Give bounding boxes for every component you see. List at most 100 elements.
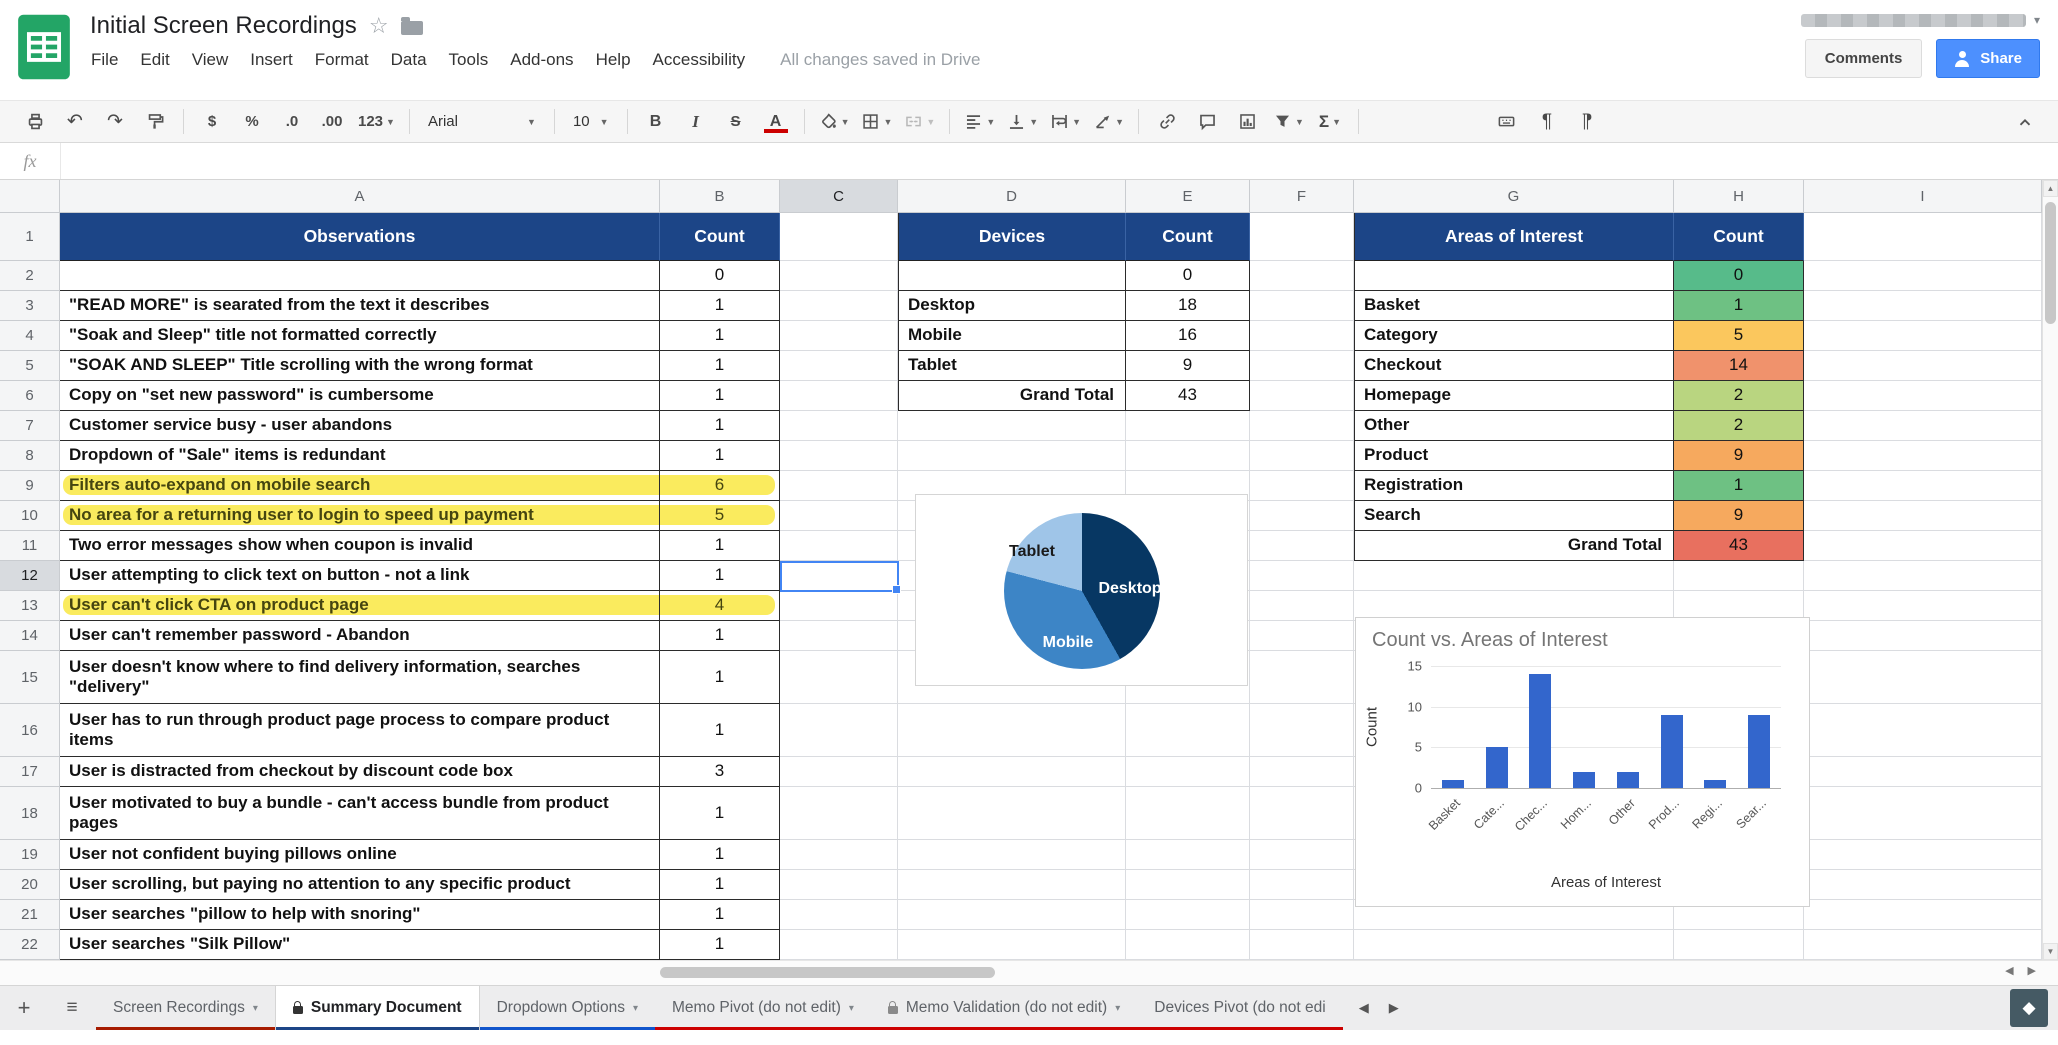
folder-icon[interactable] (400, 16, 423, 35)
scroll-down-icon[interactable]: ▼ (2043, 943, 2058, 960)
increase-decimal-button[interactable]: .00 (313, 107, 351, 137)
keyboard-input-icon[interactable] (1488, 107, 1526, 137)
spreadsheet-grid[interactable]: A B C D E F G H I 1 Observations Count Devices Count A… (0, 180, 2042, 960)
column-header-G[interactable]: G (1354, 180, 1674, 213)
row-header-16[interactable]: 16 (0, 704, 60, 757)
cell-G9[interactable]: Registration (1354, 471, 1674, 501)
cell-I11[interactable] (1804, 531, 2042, 561)
cell-A8[interactable]: Dropdown of "Sale" items is redundant (60, 441, 660, 471)
number-format-button[interactable]: 123 ▼ (353, 107, 400, 137)
cell-C3[interactable] (780, 291, 898, 321)
cell-B20[interactable]: 1 (660, 870, 780, 900)
add-sheet-button[interactable]: + (0, 986, 48, 1030)
row-header-20[interactable]: 20 (0, 870, 60, 900)
cell-C8[interactable] (780, 441, 898, 471)
column-header-D[interactable]: D (898, 180, 1126, 213)
cell-D2[interactable] (898, 261, 1126, 291)
cell-E16[interactable] (1126, 704, 1250, 757)
cell-B22[interactable]: 1 (660, 930, 780, 960)
cell-C22[interactable] (780, 930, 898, 960)
cell-C2[interactable] (780, 261, 898, 291)
cell-B2[interactable]: 0 (660, 261, 780, 291)
sheet-tab-screen-recordings[interactable]: Screen Recordings ▾ (96, 986, 275, 1030)
cell-H4[interactable]: 5 (1674, 321, 1804, 351)
tab-scroll-left-icon[interactable]: ◀ (1359, 1000, 1369, 1016)
cell-E18[interactable] (1126, 787, 1250, 840)
row-header-6[interactable]: 6 (0, 381, 60, 411)
cell-H7[interactable]: 2 (1674, 411, 1804, 441)
formula-input[interactable] (61, 143, 2058, 179)
menu-view[interactable]: View (181, 45, 240, 75)
cell-H2[interactable]: 0 (1674, 261, 1804, 291)
cell-F13[interactable] (1250, 591, 1354, 621)
cell-E5[interactable]: 9 (1126, 351, 1250, 381)
cell-B3[interactable]: 1 (660, 291, 780, 321)
menu-insert[interactable]: Insert (239, 45, 304, 75)
sheet-tab-dropdown-options[interactable]: Dropdown Options ▾ (479, 986, 655, 1030)
cell-C19[interactable] (780, 840, 898, 870)
cell-A2[interactable] (60, 261, 660, 291)
cell-I8[interactable] (1804, 441, 2042, 471)
cell-D7[interactable] (898, 411, 1126, 441)
cell-I22[interactable] (1804, 930, 2042, 960)
cell-D1[interactable]: Devices (898, 213, 1126, 261)
cell-I20[interactable] (1804, 870, 2042, 900)
column-header-H[interactable]: H (1674, 180, 1804, 213)
sheets-logo[interactable] (14, 10, 74, 84)
row-header-14[interactable]: 14 (0, 621, 60, 651)
cell-B11[interactable]: 1 (660, 531, 780, 561)
cell-B21[interactable]: 1 (660, 900, 780, 930)
cell-H9[interactable]: 1 (1674, 471, 1804, 501)
cell-F4[interactable] (1250, 321, 1354, 351)
cell-H8[interactable]: 9 (1674, 441, 1804, 471)
cell-F19[interactable] (1250, 840, 1354, 870)
share-button[interactable]: Share (1936, 39, 2040, 78)
cell-D19[interactable] (898, 840, 1126, 870)
cell-B12[interactable]: 1 (660, 561, 780, 591)
print-icon[interactable] (16, 107, 54, 137)
vertical-scroll-thumb[interactable] (2045, 202, 2056, 324)
areas-bar-chart[interactable]: Count vs. Areas of Interest 0 5 10 15 Basket C… (1355, 617, 1810, 907)
cell-B8[interactable]: 1 (660, 441, 780, 471)
cell-A19[interactable]: User not confident buying pillows online (60, 840, 660, 870)
menu-data[interactable]: Data (380, 45, 438, 75)
column-header-F[interactable]: F (1250, 180, 1354, 213)
cell-A7[interactable]: Customer service busy - user abandons (60, 411, 660, 441)
filter-icon[interactable]: ▼ (1268, 107, 1309, 137)
cell-F22[interactable] (1250, 930, 1354, 960)
row-header-3[interactable]: 3 (0, 291, 60, 321)
cell-F2[interactable] (1250, 261, 1354, 291)
cell-B4[interactable]: 1 (660, 321, 780, 351)
horizontal-align-icon[interactable]: ▼ (959, 107, 1000, 137)
cell-H1[interactable]: Count (1674, 213, 1804, 261)
cell-F10[interactable] (1250, 501, 1354, 531)
sheet-tab-summary-document[interactable]: Summary Document (274, 986, 480, 1030)
cell-C18[interactable] (780, 787, 898, 840)
row-header-1[interactable]: 1 (0, 213, 60, 261)
tab-scroll-right-icon[interactable]: ▶ (1389, 1000, 1399, 1016)
cell-B7[interactable]: 1 (660, 411, 780, 441)
row-header-21[interactable]: 21 (0, 900, 60, 930)
cell-B10[interactable]: 5 (660, 501, 780, 531)
undo-icon[interactable]: ↶ (56, 107, 94, 137)
cell-A3[interactable]: "READ MORE" is searated from the text it… (60, 291, 660, 321)
row-header-5[interactable]: 5 (0, 351, 60, 381)
text-color-button[interactable]: A (757, 107, 795, 137)
cell-C9[interactable] (780, 471, 898, 501)
cell-C7[interactable] (780, 411, 898, 441)
cell-F20[interactable] (1250, 870, 1354, 900)
fill-color-icon[interactable]: ▼ (814, 107, 855, 137)
cell-G10[interactable]: Search (1354, 501, 1674, 531)
paint-format-icon[interactable] (136, 107, 174, 137)
cell-B13[interactable]: 4 (660, 591, 780, 621)
account-menu[interactable]: ▾ (1800, 13, 2040, 27)
devices-pie-chart[interactable]: Desktop Mobile Tablet (915, 494, 1248, 686)
cell-C1[interactable] (780, 213, 898, 261)
cell-F6[interactable] (1250, 381, 1354, 411)
cell-G2[interactable] (1354, 261, 1674, 291)
cell-D22[interactable] (898, 930, 1126, 960)
cell-E4[interactable]: 16 (1126, 321, 1250, 351)
cell-G3[interactable]: Basket (1354, 291, 1674, 321)
cell-C14[interactable] (780, 621, 898, 651)
collapse-toolbar-icon[interactable] (2008, 107, 2042, 137)
